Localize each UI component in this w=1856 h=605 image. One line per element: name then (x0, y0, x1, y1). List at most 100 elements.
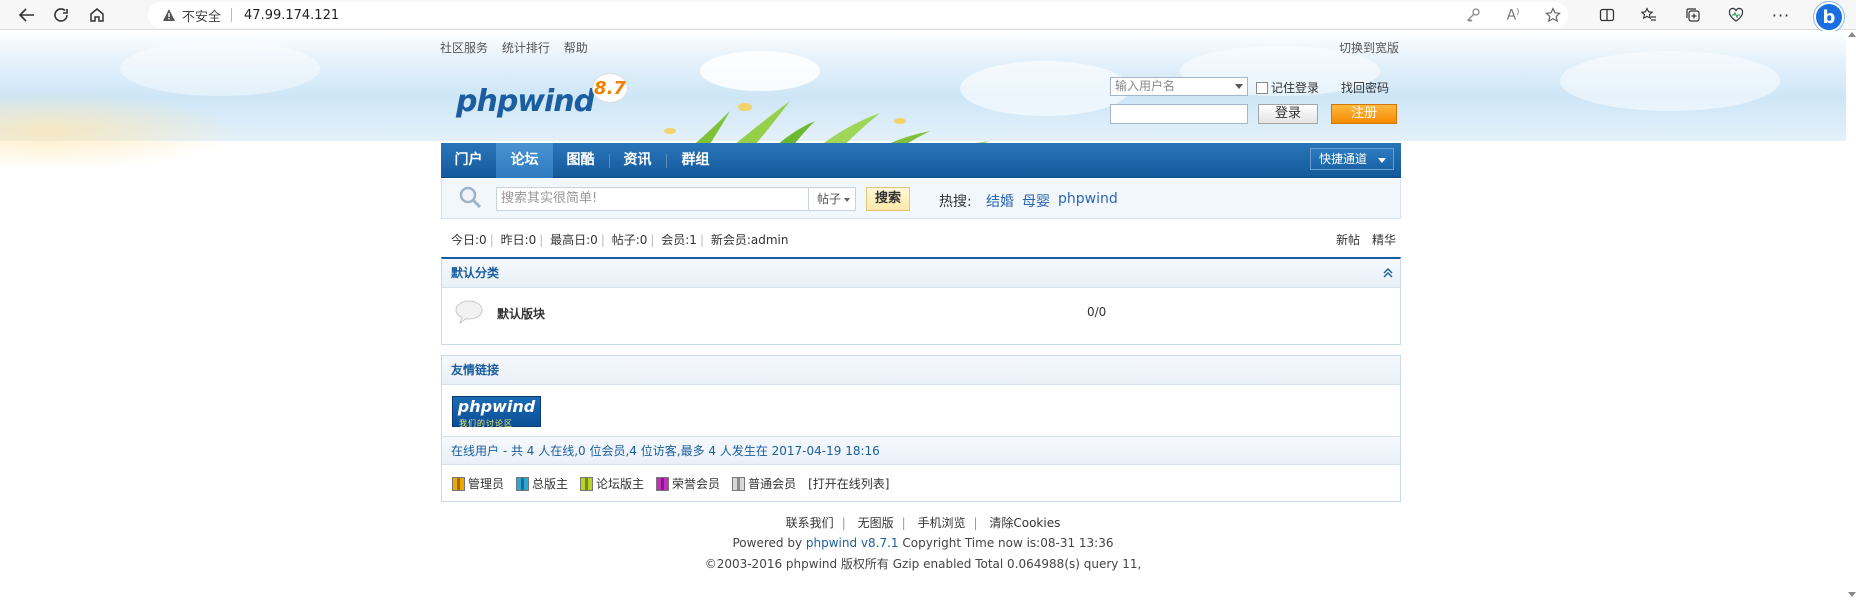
forum-status-icon (455, 300, 483, 325)
scroll-down-icon[interactable] (1848, 592, 1856, 597)
stat-max-day: 最高日:0 (550, 233, 598, 247)
stat-yesterday: 昨日:0 (500, 233, 537, 247)
sunlight-decoration (0, 91, 240, 171)
address-bar[interactable]: 不安全 47.99.174.121 (148, 2, 1568, 28)
cloud-decoration (1560, 51, 1780, 111)
legend-label: 荣誉会员 (672, 477, 721, 491)
moderator-icon (580, 476, 594, 491)
footer-powered: Powered by phpwind v8.7.1 Copyright Time… (0, 536, 1846, 550)
insecure-label: 不安全 (182, 9, 222, 25)
register-button[interactable]: 注册 (1331, 104, 1397, 124)
favorites-icon[interactable] (1636, 3, 1662, 27)
cloud-decoration (120, 41, 320, 96)
chevron-down-icon (1378, 158, 1386, 163)
top-link-help[interactable]: 帮助 (564, 41, 588, 55)
cloud-decoration (700, 51, 820, 91)
site-logo[interactable]: phpwind (456, 84, 595, 119)
login-button[interactable]: 登录 (1258, 104, 1318, 124)
forgot-password-link[interactable]: 找回密码 (1341, 79, 1389, 96)
category-title[interactable]: 默认分类 (442, 259, 1400, 288)
friend-link-logo[interactable]: phpwind 我们的讨论区 (452, 396, 541, 428)
refresh-icon[interactable] (48, 3, 74, 27)
top-links: 社区服务 统计排行 帮助 (440, 39, 598, 56)
remember-label: 记住登录 (1271, 81, 1320, 95)
browser-essentials-icon[interactable] (1723, 3, 1749, 27)
bing-copilot-icon[interactable]: b (1814, 2, 1844, 32)
search-button[interactable]: 搜索 (866, 187, 910, 211)
collapse-icon[interactable] (1382, 267, 1394, 279)
chevron-down-icon (844, 198, 850, 202)
main-nav: 门户 论坛 图酷 资讯 群组 (441, 143, 1401, 178)
footer-link-clear-cookies[interactable]: 清除Cookies (989, 516, 1060, 530)
quick-access-label: 快捷通道 (1319, 152, 1368, 166)
username-select[interactable]: 输入用户名 (1110, 77, 1248, 96)
search-type-label: 帖子 (817, 192, 842, 206)
hot-term-link[interactable]: 母婴 (1022, 191, 1050, 211)
chevron-down-icon (1235, 84, 1243, 89)
footer-copyright: ©2003-2016 phpwind 版权所有 Gzip enabled Tot… (704, 557, 1142, 571)
top-link-community[interactable]: 社区服务 (440, 41, 488, 55)
phpwind-version-link[interactable]: phpwind v8.7.1 (806, 536, 899, 550)
legend-label: 论坛版主 (596, 477, 645, 491)
stat-today: 今日:0 (451, 233, 487, 247)
nav-item-news[interactable]: 资讯 (610, 143, 665, 178)
url-text[interactable]: 47.99.174.121 (244, 8, 339, 23)
nav-item-gallery[interactable]: 图酷 (553, 143, 608, 178)
more-menu-icon[interactable]: ··· (1768, 3, 1794, 27)
member-legend: 管理员 总版主 论坛版主 荣誉会员 普通会员 [打开在线列表] (452, 475, 889, 492)
new-posts-link[interactable]: 新帖 (1336, 231, 1360, 248)
hot-term-link[interactable]: phpwind (1058, 191, 1118, 207)
stat-new-member: 新会员:admin (710, 233, 789, 247)
nav-item-portal[interactable]: 门户 (441, 143, 496, 178)
search-input[interactable]: 搜索其实很简单! (496, 187, 809, 211)
powered-prefix: Powered by (732, 536, 803, 550)
top-link-stats[interactable]: 统计排行 (502, 41, 550, 55)
legend-label: 普通会员 (748, 477, 797, 491)
footer-link-mobile[interactable]: 手机浏览 (917, 516, 965, 530)
nav-item-forum[interactable]: 论坛 (496, 143, 553, 178)
friend-links-title: 友情链接 (442, 356, 1400, 385)
back-icon[interactable] (14, 3, 40, 27)
legend-admin: 管理员 (452, 475, 504, 492)
digest-link[interactable]: 精华 (1372, 231, 1396, 248)
browser-toolbar: 不安全 47.99.174.121 A) ··· b (0, 0, 1856, 32)
footer-link-contact[interactable]: 联系我们 (786, 516, 834, 530)
category-panel: 默认分类 默认版块 0/0 (441, 257, 1401, 345)
legend-label: 管理员 (468, 477, 505, 491)
super-moderator-icon (516, 476, 530, 491)
scrollbar[interactable] (1846, 31, 1856, 605)
stat-members: 会员:1 (661, 233, 697, 247)
search-type-select[interactable]: 帖子 (808, 187, 856, 211)
split-screen-icon[interactable] (1594, 3, 1620, 27)
open-online-list-link[interactable]: [打开在线列表] (808, 475, 889, 492)
forum-name-link[interactable]: 默认版块 (497, 305, 545, 322)
honor-member-icon (656, 476, 670, 491)
favorite-star-icon[interactable] (1542, 4, 1564, 26)
scroll-up-icon[interactable] (1848, 32, 1856, 37)
logo-version-badge: 8.7 (592, 73, 628, 103)
legend-moderator: 论坛版主 (580, 475, 644, 492)
wide-version-link[interactable]: 切换到宽版 (1339, 39, 1399, 56)
friend-links-panel: 友情链接 phpwind 我们的讨论区 在线用户 - 共 4 人在线,0 位会员… (441, 355, 1401, 502)
quick-access-dropdown[interactable]: 快捷通道 (1310, 148, 1394, 170)
hot-term-link[interactable]: 结婚 (986, 191, 1014, 211)
header-banner (0, 31, 1846, 173)
username-placeholder: 输入用户名 (1115, 79, 1176, 93)
remember-login[interactable]: 记住登录 (1256, 79, 1319, 96)
forum-count: 0/0 (1087, 305, 1107, 319)
home-icon[interactable] (84, 3, 110, 27)
legend-super-moderator: 总版主 (516, 475, 568, 492)
online-users-summary[interactable]: 在线用户 - 共 4 人在线,0 位会员,4 位访客,最多 4 人发生在 201… (442, 436, 1400, 465)
hot-search-label: 热搜: (939, 194, 972, 210)
legend-member: 普通会员 (732, 475, 796, 492)
key-icon[interactable] (1462, 4, 1484, 26)
read-aloud-icon[interactable]: A) (1502, 4, 1524, 26)
collections-icon[interactable] (1680, 3, 1706, 27)
admin-icon (452, 476, 465, 491)
remember-checkbox[interactable] (1256, 81, 1268, 94)
password-field[interactable] (1110, 104, 1248, 124)
footer-link-text-version[interactable]: 无图版 (858, 516, 894, 530)
search-icon (459, 186, 482, 209)
nav-item-groups[interactable]: 群组 (667, 143, 724, 178)
legend-label: 总版主 (532, 477, 569, 491)
